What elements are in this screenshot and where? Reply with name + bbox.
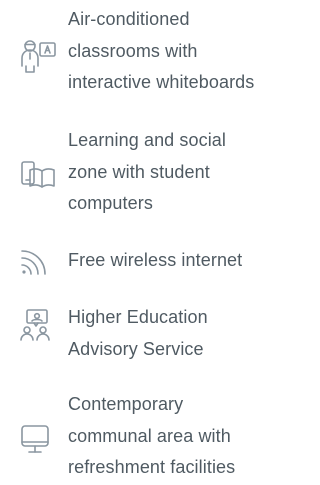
feature-text: Air-conditioned classrooms with interact…	[68, 4, 289, 99]
feature-advisory: Higher Education Advisory Service	[0, 302, 293, 366]
feature-line: Air-conditioned	[68, 9, 190, 29]
feature-text: Free wireless internet	[68, 245, 289, 277]
feature-text: Higher Education Advisory Service	[68, 302, 289, 365]
computer-tablet-icon	[16, 156, 64, 204]
feature-line: interactive whiteboards	[68, 72, 255, 92]
feature-line: communal area with	[68, 425, 231, 446]
feature-line: Free wireless internet	[68, 250, 243, 270]
feature-text: Learning and social zone with student co…	[68, 125, 289, 220]
monitor-icon	[16, 420, 64, 468]
feature-classrooms: Air-conditioned classrooms with interact…	[0, 4, 293, 100]
feature-text: Contemporary communal area with refreshm…	[68, 389, 289, 484]
wifi-icon	[16, 245, 64, 293]
feature-learning-zone: Learning and social zone with student co…	[0, 125, 293, 221]
feature-line: Advisory Service	[68, 338, 204, 359]
feature-line: computers	[68, 193, 153, 213]
feature-line: refreshment facilities	[68, 457, 236, 477]
feature-wifi: Free wireless internet	[0, 245, 293, 281]
feature-line: Higher Education	[68, 307, 208, 327]
feature-line: Learning and social	[68, 130, 227, 150]
feature-line: Contemporary	[68, 394, 184, 414]
feature-line: classrooms with	[68, 40, 198, 61]
advisory-people-icon	[16, 304, 64, 352]
facilities-list: Air-conditioned classrooms with interact…	[0, 0, 293, 482]
feature-line: zone with student	[68, 161, 210, 182]
feature-communal-area: Contemporary communal area with refreshm…	[0, 389, 293, 485]
classroom-teacher-icon	[16, 34, 64, 82]
